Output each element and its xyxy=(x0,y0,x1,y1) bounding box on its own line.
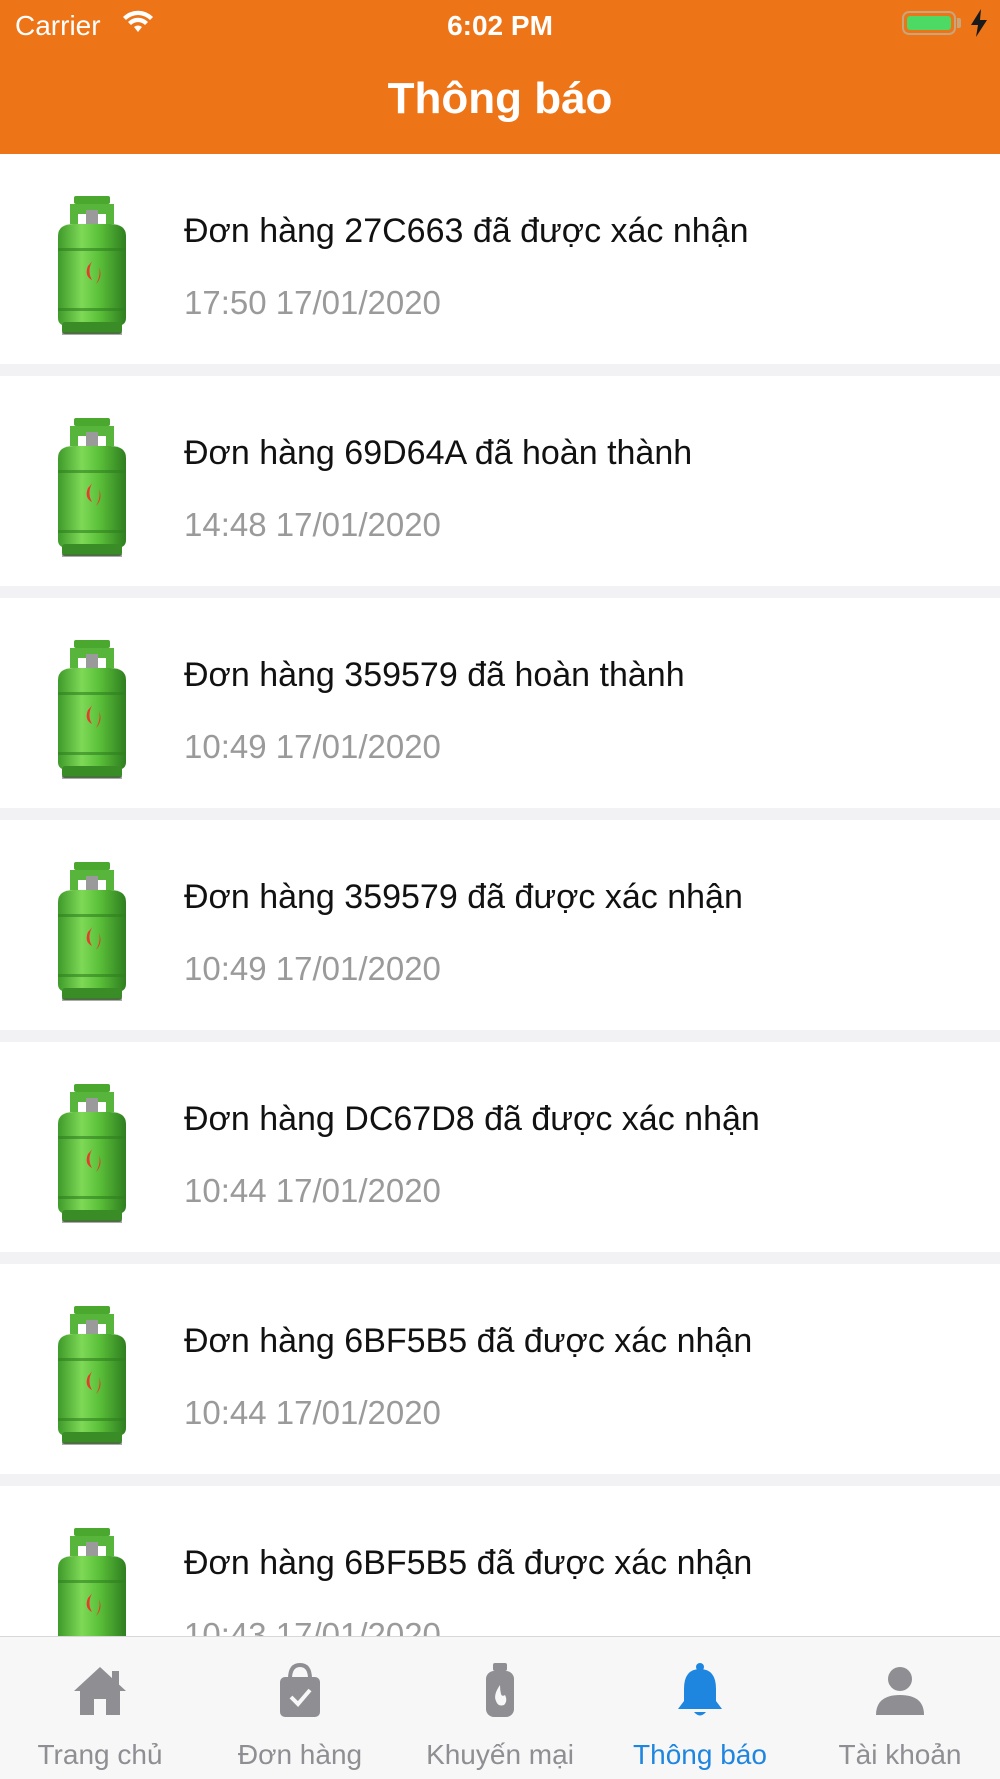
notification-title: Đơn hàng 359579 đã hoàn thành xyxy=(184,656,685,694)
gas-cylinder-thumbnail xyxy=(50,640,134,780)
notification-title: Đơn hàng 359579 đã được xác nhận xyxy=(184,878,743,916)
notification-item[interactable]: Đơn hàng 359579 đã được xác nhận 10:49 1… xyxy=(0,820,1000,1030)
status-time: 6:02 PM xyxy=(447,10,553,41)
tab-account[interactable]: Tài khoản xyxy=(800,1637,1000,1779)
notification-item[interactable]: Đơn hàng DC67D8 đã được xác nhận 10:44 1… xyxy=(0,1042,1000,1252)
tab-home[interactable]: Trang chủ xyxy=(0,1637,200,1779)
gas-cylinder-thumbnail xyxy=(50,1528,134,1636)
gas-cylinder-thumbnail xyxy=(50,1084,134,1224)
notification-time: 10:49 17/01/2020 xyxy=(184,728,441,765)
notification-time: 14:48 17/01/2020 xyxy=(184,506,441,543)
notification-item[interactable]: Đơn hàng 359579 đã hoàn thành 10:49 17/0… xyxy=(0,598,1000,808)
tab-bar: Trang chủ Đơn hàng Khuyến mại Thông báo … xyxy=(0,1636,1000,1779)
notification-item[interactable]: Đơn hàng 6BF5B5 đã được xác nhận 10:44 1… xyxy=(0,1264,1000,1474)
tab-orders[interactable]: Đơn hàng xyxy=(200,1637,400,1779)
shopping-bag-icon xyxy=(280,1662,320,1717)
notification-time: 10:44 17/01/2020 xyxy=(184,1172,441,1209)
gas-cylinder-thumbnail xyxy=(50,196,134,336)
notification-title: Đơn hàng 6BF5B5 đã được xác nhận xyxy=(184,1544,753,1582)
page-title: Thông báo xyxy=(387,74,613,123)
notification-title: Đơn hàng 6BF5B5 đã được xác nhận xyxy=(184,1322,753,1360)
app-header: Carrier 6:02 PM Thông báo xyxy=(0,0,1000,154)
tab-promotions[interactable]: Khuyến mại xyxy=(400,1637,600,1779)
notification-title: Đơn hàng 27C663 đã được xác nhận xyxy=(184,212,749,250)
home-icon xyxy=(74,1667,126,1715)
tab-label: Thông báo xyxy=(633,1739,767,1770)
notification-time: 17:50 17/01/2020 xyxy=(184,284,441,321)
notification-item[interactable]: Đơn hàng 6BF5B5 đã được xác nhận 10:43 1… xyxy=(0,1486,1000,1636)
user-icon xyxy=(876,1667,924,1715)
tab-label: Đơn hàng xyxy=(237,1739,363,1770)
notification-title: Đơn hàng 69D64A đã hoàn thành xyxy=(184,434,693,472)
battery-icon xyxy=(902,11,956,35)
gas-cylinder-icon xyxy=(486,1663,514,1717)
tab-notifications[interactable]: Thông báo xyxy=(600,1637,800,1779)
notification-time: 10:43 17/01/2020 xyxy=(184,1616,441,1636)
tab-label: Tài khoản xyxy=(838,1739,962,1770)
notification-list[interactable]: Đơn hàng 27C663 đã được xác nhận 17:50 1… xyxy=(0,154,1000,1636)
notification-item[interactable]: Đơn hàng 27C663 đã được xác nhận 17:50 1… xyxy=(0,154,1000,364)
charging-bolt-icon xyxy=(970,9,988,42)
notification-title: Đơn hàng DC67D8 đã được xác nhận xyxy=(184,1100,760,1138)
gas-cylinder-thumbnail xyxy=(50,1306,134,1446)
gas-cylinder-thumbnail xyxy=(50,862,134,1002)
gas-cylinder-thumbnail xyxy=(50,418,134,558)
notification-item[interactable]: Đơn hàng 69D64A đã hoàn thành 14:48 17/0… xyxy=(0,376,1000,586)
bell-icon xyxy=(678,1663,722,1716)
tab-label: Khuyến mại xyxy=(426,1739,574,1770)
notification-time: 10:49 17/01/2020 xyxy=(184,950,441,987)
battery-tip xyxy=(957,18,961,28)
status-bar: Carrier 6:02 PM xyxy=(0,0,1000,50)
tab-label: Trang chủ xyxy=(37,1739,163,1770)
notification-time: 10:44 17/01/2020 xyxy=(184,1394,441,1431)
